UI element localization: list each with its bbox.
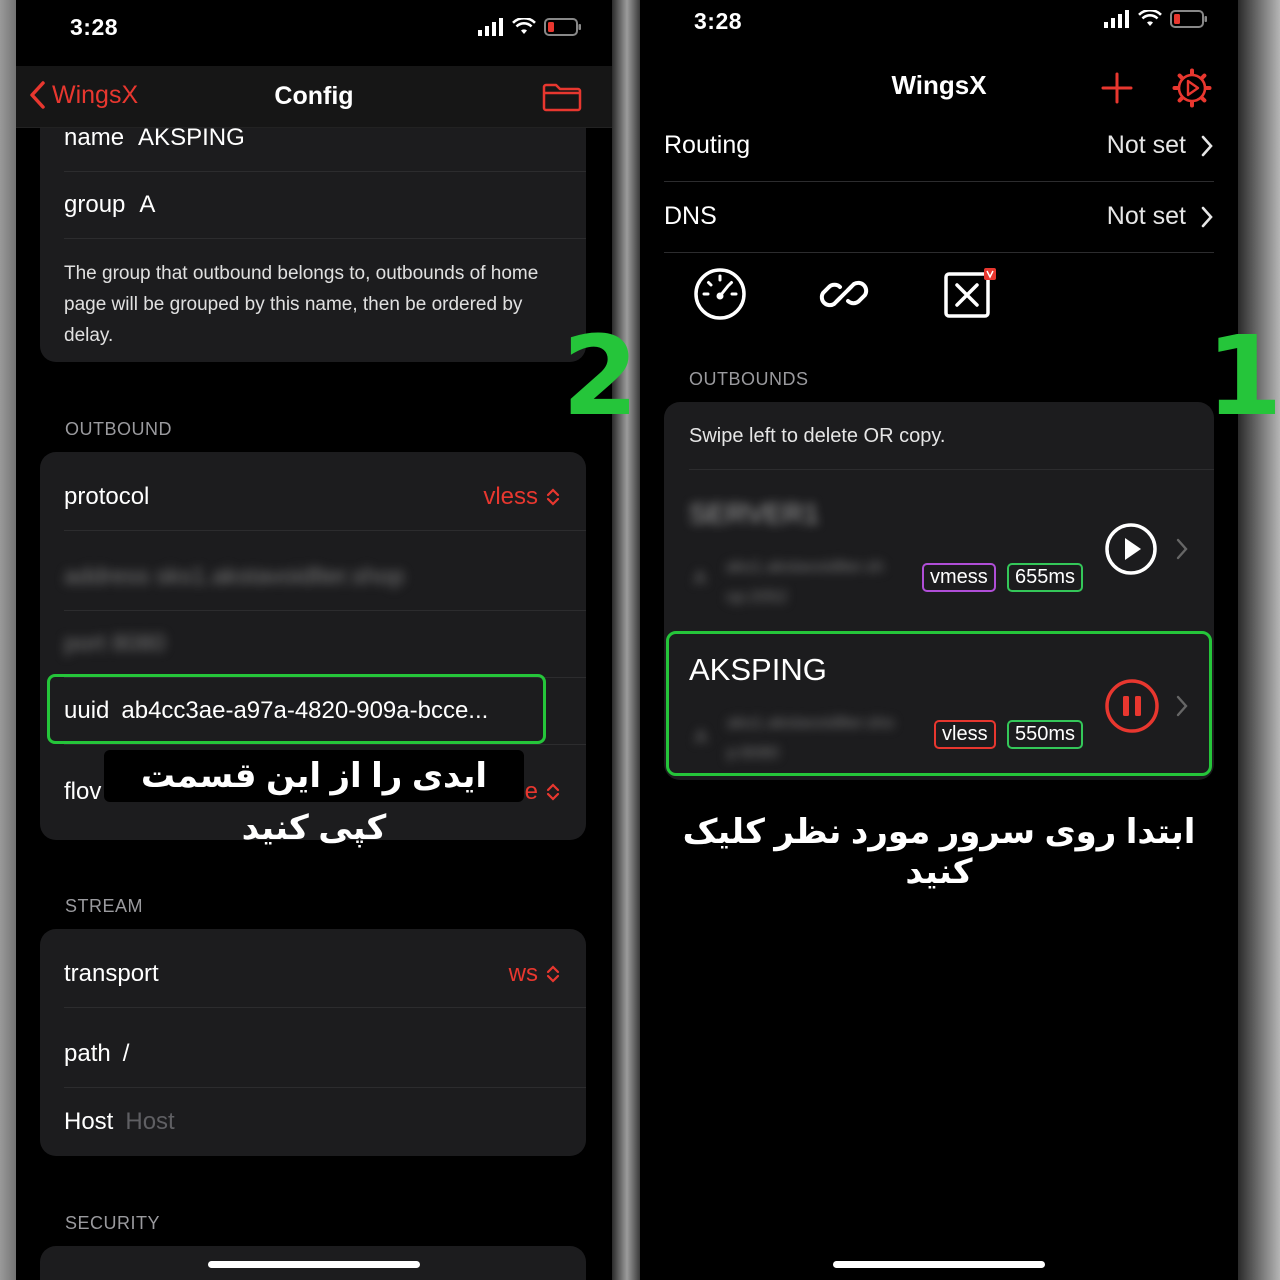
transport-label: transport xyxy=(64,960,159,987)
routing-label: Routing xyxy=(664,131,751,159)
status-icons xyxy=(1104,10,1208,28)
protocol-badge: vless xyxy=(934,720,996,749)
server-name-blurred: SERVER1 xyxy=(689,498,820,529)
clear-box-icon[interactable] xyxy=(942,266,998,322)
protocol-value: vless xyxy=(483,483,538,510)
stream-card: transport ws path / Host Host xyxy=(40,929,586,1156)
signal-icon xyxy=(478,18,503,36)
flow-select[interactable]: e xyxy=(525,778,560,806)
select-server-caption: ابتدا روی سرور مورد نظر کلیک کنید xyxy=(682,813,1196,891)
server-address-blurred: aks1.akstavoidlter.sho p:8080 xyxy=(727,713,895,762)
outbound-section-label: OUTBOUND xyxy=(65,419,172,439)
home-indicator[interactable] xyxy=(208,1261,420,1268)
server-group-blurred: A xyxy=(695,727,708,747)
status-bar: 3:28 xyxy=(640,0,1238,56)
background-divider xyxy=(612,0,642,1280)
transport-row[interactable]: transport ws xyxy=(64,941,586,1008)
uuid-highlight xyxy=(47,674,546,744)
settings-gear-icon[interactable] xyxy=(1172,68,1212,108)
host-input[interactable]: Host xyxy=(125,1108,174,1136)
protocol-badge: vmess xyxy=(922,563,996,592)
signal-icon xyxy=(1104,10,1129,28)
flow-value: e xyxy=(524,777,538,805)
status-bar: 3:28 xyxy=(16,0,612,56)
chevron-right-icon xyxy=(1176,695,1188,717)
nav-bar: WingsX Config xyxy=(16,66,612,128)
home-screen: 3:28 WingsX Routing Not set DNS Not set xyxy=(640,0,1238,1280)
group-row[interactable]: group A xyxy=(64,172,586,239)
page-title: Config xyxy=(274,82,354,110)
path-row[interactable]: path / xyxy=(64,1021,586,1088)
app-title: WingsX xyxy=(891,70,987,100)
address-row[interactable]: address sks1.akstavoidlter.shop xyxy=(64,544,586,611)
status-time: 3:28 xyxy=(694,8,743,34)
server-item-selected[interactable]: AKSPING A aks1.akstavoidlter.sho p:8080 … xyxy=(666,631,1212,776)
address-blurred: address sks1.akstavoidlter.shop xyxy=(64,563,405,590)
name-label: name xyxy=(64,124,125,151)
name-value: AKSPING xyxy=(138,124,245,151)
step-number-2: 2 xyxy=(562,312,639,440)
chevron-right-icon xyxy=(1176,538,1188,560)
server-name: AKSPING xyxy=(689,652,827,687)
delay-badge: 655ms xyxy=(1007,563,1084,592)
up-down-chevron-icon xyxy=(546,488,560,506)
dns-value: Not set xyxy=(1106,202,1186,230)
protocol-label: protocol xyxy=(64,483,150,510)
battery-low-icon xyxy=(1170,10,1207,28)
group-help-text: The group that outbound belongs to, outb… xyxy=(64,263,539,346)
status-time: 3:28 xyxy=(70,14,119,40)
outbounds-card: Swipe left to delete OR copy. SERVER1 A … xyxy=(664,402,1214,780)
path-label: path xyxy=(64,1040,111,1067)
host-row[interactable]: Host Host xyxy=(64,1088,586,1155)
swipe-hint: Swipe left to delete OR copy. xyxy=(689,425,946,447)
chevron-right-icon xyxy=(1201,206,1213,227)
dns-label: DNS xyxy=(664,202,717,230)
transport-value: ws xyxy=(508,960,538,987)
pause-icon[interactable] xyxy=(1104,678,1160,734)
folder-button[interactable] xyxy=(542,82,582,117)
group-value: A xyxy=(139,191,156,218)
port-row[interactable]: port 8080 xyxy=(64,611,586,678)
step-number-1: 1 xyxy=(1206,312,1280,440)
background-right xyxy=(1238,0,1280,1280)
transport-select[interactable]: ws xyxy=(509,960,560,988)
config-screen: 3:28 name AKSPING group A The group that… xyxy=(16,0,612,1280)
server-item[interactable]: SERVER1 A aks1.akstavoidlter.sh op:2052 … xyxy=(664,470,1214,626)
stream-section-label: STREAM xyxy=(65,896,144,916)
security-section-label: SECURITY xyxy=(65,1213,161,1233)
server-group-blurred: A xyxy=(694,568,707,588)
play-icon[interactable] xyxy=(1104,522,1158,576)
speedometer-icon[interactable] xyxy=(692,266,748,322)
port-blurred: port 8080 xyxy=(64,630,166,657)
battery-low-icon xyxy=(544,18,581,36)
wifi-icon xyxy=(512,18,536,34)
host-label: Host xyxy=(64,1107,114,1135)
outbounds-section-label: OUTBOUNDS xyxy=(689,369,809,389)
group-label: group xyxy=(64,191,126,218)
status-icons xyxy=(478,18,582,36)
general-card: name AKSPING group A The group that outb… xyxy=(40,100,586,362)
flow-label: flov xyxy=(64,777,102,805)
home-indicator[interactable] xyxy=(833,1261,1045,1268)
wifi-icon xyxy=(1138,10,1162,26)
delay-badge: 550ms xyxy=(1007,720,1084,749)
server-address-blurred: aks1.akstavoidlter.sh op:2052 xyxy=(726,557,884,606)
protocol-select[interactable]: vless xyxy=(483,483,560,511)
copy-uuid-caption: ایدی را از این قسمت کپی کنید xyxy=(104,750,524,847)
chevron-right-icon xyxy=(1201,135,1213,156)
up-down-chevron-icon xyxy=(546,782,560,801)
link-icon[interactable] xyxy=(816,266,872,322)
routing-row[interactable]: Routing Not set xyxy=(664,110,1214,182)
up-down-chevron-icon xyxy=(546,965,560,983)
routing-value: Not set xyxy=(1106,131,1186,159)
add-icon[interactable] xyxy=(1101,72,1133,104)
folder-icon xyxy=(542,83,582,112)
path-value[interactable]: / xyxy=(123,1040,130,1068)
dns-row[interactable]: DNS Not set xyxy=(664,181,1214,253)
protocol-row[interactable]: protocol vless xyxy=(64,464,586,531)
